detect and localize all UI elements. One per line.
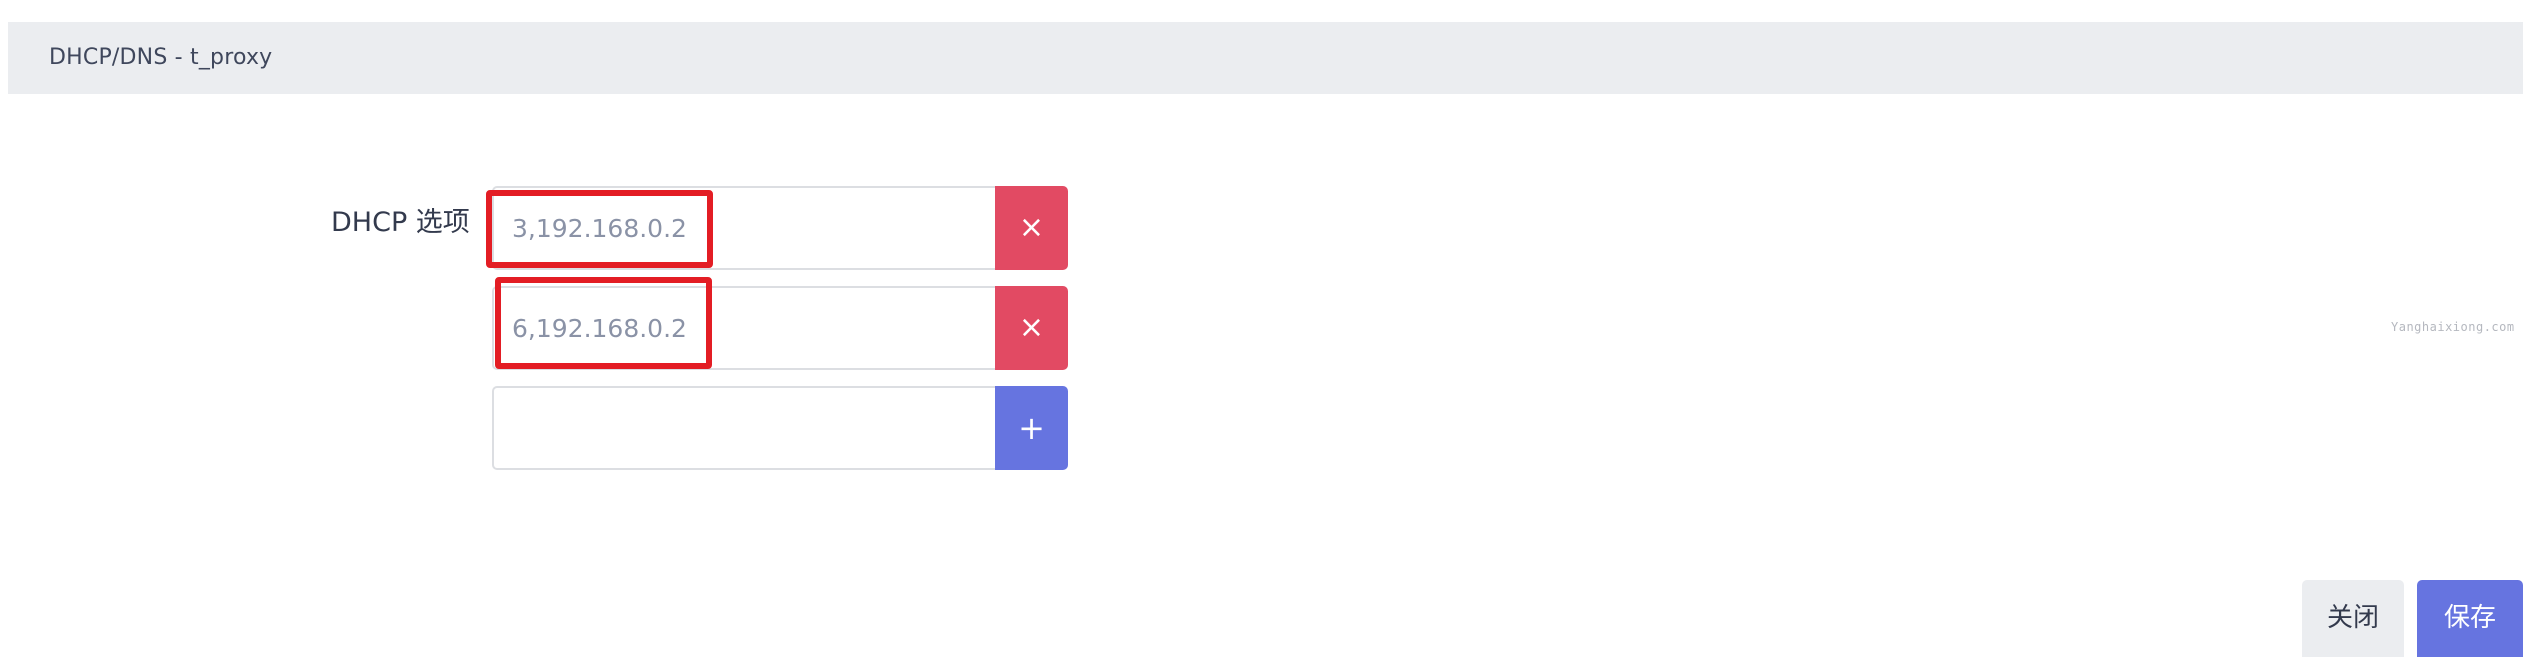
dhcp-option-input-2[interactable] [492,286,995,370]
dialog-title: DHCP/DNS - t_proxy [49,45,273,70]
remove-option-button-2[interactable]: × [995,286,1068,370]
save-button[interactable]: 保存 [2417,580,2523,657]
dhcp-option-row: × [492,186,1068,270]
dhcp-option-input-1[interactable] [492,186,995,270]
close-button[interactable]: 关闭 [2302,580,2404,657]
dhcp-options-label: DHCP 选项 [331,207,470,238]
dialog-header: DHCP/DNS - t_proxy [8,22,2523,94]
watermark: Yanghaixiong.com [2391,320,2515,334]
close-icon: × [1018,310,1045,345]
dhcp-option-row: × [492,286,1068,370]
dhcp-option-new-row: + [492,386,1068,470]
remove-option-button-1[interactable]: × [995,186,1068,270]
dialog: DHCP/DNS - t_proxy DHCP 选项 × × + Yanghai… [0,0,2523,657]
close-icon: × [1018,210,1045,245]
add-option-button[interactable]: + [995,386,1068,470]
plus-icon: + [1018,409,1045,447]
dhcp-option-new-input[interactable] [492,386,995,470]
